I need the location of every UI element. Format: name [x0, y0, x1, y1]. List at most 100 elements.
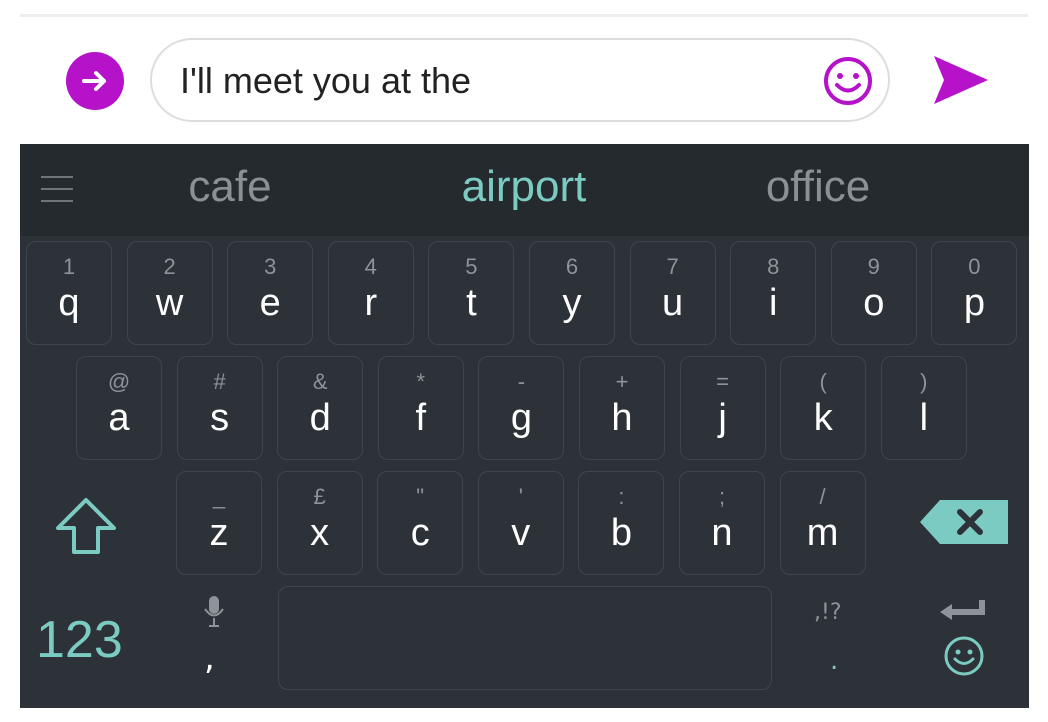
key-z[interactable]: _ z: [176, 471, 262, 575]
key-hint: 7: [666, 254, 679, 279]
key-e[interactable]: 3e: [227, 241, 314, 345]
key-label: z: [209, 512, 229, 554]
key-hint: 9: [867, 254, 880, 279]
suggestion-2[interactable]: airport: [404, 162, 644, 212]
key-label: k: [813, 397, 833, 439]
key-u[interactable]: 7u: [629, 241, 716, 345]
comma-label: ,: [204, 638, 215, 678]
suggestion-1[interactable]: cafe: [110, 162, 350, 212]
punctuation-key[interactable]: ,!? .: [806, 590, 866, 680]
key-label: d: [309, 397, 331, 439]
key-hint: 0: [968, 254, 981, 279]
key-hint: ': [518, 484, 523, 509]
key-o[interactable]: 9o: [830, 241, 917, 345]
comma-key[interactable]: ,: [194, 590, 234, 680]
key-label: m: [806, 512, 839, 554]
key-label: j: [718, 397, 727, 439]
key-hint: :: [618, 484, 625, 509]
key-t[interactable]: 5t: [428, 241, 515, 345]
key-y[interactable]: 6y: [529, 241, 615, 345]
message-input-text: I'll meet you at the: [180, 60, 472, 101]
enter-emoji-key[interactable]: [938, 596, 992, 686]
key-label: e: [259, 282, 281, 324]
key-label: f: [415, 397, 427, 439]
mic-icon: [204, 596, 224, 627]
key-k[interactable]: (k: [780, 356, 867, 460]
key-h[interactable]: + h: [579, 356, 665, 460]
key-w[interactable]: 2w: [126, 241, 213, 345]
key-hint: ;: [718, 484, 726, 509]
key-hint: =: [716, 369, 730, 394]
key-i[interactable]: 8i: [730, 241, 817, 345]
key-r[interactable]: 4r: [327, 241, 414, 345]
key-label: g: [510, 397, 532, 439]
smiley-icon[interactable]: [822, 55, 874, 107]
key-label: a: [108, 397, 130, 439]
key-hint: 6: [565, 254, 579, 279]
key-m[interactable]: / m: [779, 471, 866, 575]
key-label: u: [662, 282, 684, 324]
key-hint: _: [212, 484, 226, 509]
key-label: n: [711, 512, 733, 554]
key-label: p: [963, 282, 985, 324]
key-label: o: [863, 282, 885, 324]
key-hint: /: [819, 484, 826, 509]
key-p[interactable]: 0p: [931, 241, 1018, 345]
key-f[interactable]: * f: [377, 356, 464, 460]
send-icon[interactable]: [930, 50, 990, 110]
key-hint: ": [416, 484, 425, 509]
key-hint: @: [107, 369, 131, 394]
key-c[interactable]: " c: [377, 471, 464, 575]
key-hint: +: [615, 369, 629, 394]
key-hint: (: [819, 369, 827, 394]
space-key[interactable]: [278, 586, 772, 690]
key-hint: &: [312, 369, 328, 394]
suggestion-3[interactable]: office: [698, 162, 938, 212]
key-hint: ): [920, 369, 928, 394]
period-label: .: [830, 646, 839, 676]
shift-icon[interactable]: [54, 496, 118, 556]
key-label: s: [210, 397, 230, 439]
suggestion-bar: cafe airport office: [20, 144, 1029, 236]
key-b[interactable]: :b: [578, 471, 665, 575]
key-hint: 8: [767, 254, 780, 279]
key-hint: 5: [465, 254, 478, 279]
top-divider: [20, 14, 1028, 17]
enter-icon: [940, 600, 985, 620]
key-j[interactable]: = j: [679, 356, 766, 460]
arrow-right-icon: [82, 71, 106, 91]
menu-icon[interactable]: [40, 174, 74, 204]
key-hint: *: [416, 369, 426, 394]
key-n[interactable]: ; n: [679, 471, 765, 575]
key-hint: £: [313, 484, 326, 509]
expand-button[interactable]: [66, 52, 124, 110]
key-a[interactable]: @ a: [76, 356, 162, 460]
key-d[interactable]: & d: [277, 356, 364, 460]
key-hint: 2: [163, 254, 176, 279]
key-hint: 4: [364, 254, 377, 279]
key-label: v: [511, 512, 531, 554]
key-label: y: [562, 282, 582, 324]
key-hint: 1: [62, 254, 76, 279]
key-label: i: [768, 282, 778, 324]
key-x[interactable]: £ x: [276, 471, 363, 575]
numbers-key[interactable]: 123: [36, 610, 123, 670]
key-l[interactable]: ) l: [880, 356, 967, 460]
key-v[interactable]: ' v: [477, 471, 564, 575]
key-label: b: [610, 512, 632, 554]
key-hint: -: [517, 369, 526, 394]
key-s[interactable]: # s: [176, 356, 263, 460]
key-label: l: [919, 397, 929, 439]
key-label: q: [58, 282, 80, 324]
smiley-icon: [944, 636, 984, 676]
key-label: h: [611, 397, 633, 439]
key-label: c: [410, 512, 430, 554]
backspace-icon[interactable]: [920, 500, 1008, 544]
key-label: r: [364, 282, 378, 324]
message-input[interactable]: I'll meet you at the: [150, 38, 890, 122]
key-hint: 3: [264, 254, 277, 279]
key-label: w: [155, 282, 184, 324]
key-q[interactable]: 1q: [26, 241, 112, 345]
key-g[interactable]: -g: [478, 356, 565, 460]
keyboard: cafe airport office 1q2w3e4r5t6y7u8i9o0p…: [20, 144, 1029, 708]
